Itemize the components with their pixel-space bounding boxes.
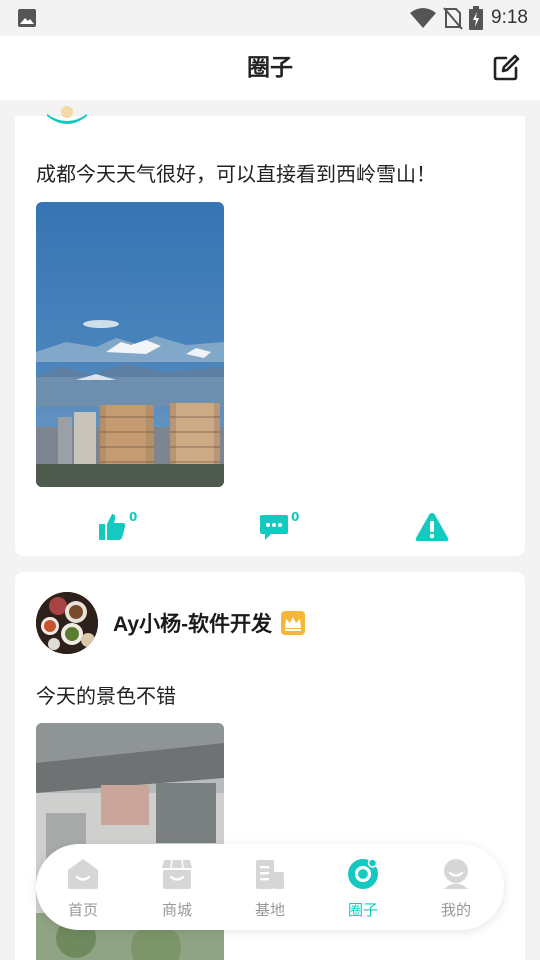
profile-icon	[444, 859, 468, 889]
mountain-city-photo	[36, 202, 224, 487]
tab-store[interactable]: 商城	[132, 844, 222, 930]
avatar	[47, 106, 87, 124]
avatar[interactable]	[36, 592, 98, 654]
warning-icon	[415, 513, 449, 541]
tab-base[interactable]: 基地	[225, 844, 315, 930]
post-text: 成都今天天气很好，可以直接看到西岭雪山！	[36, 162, 436, 186]
tab-label: 圈子	[347, 901, 378, 919]
comment-icon	[260, 515, 288, 540]
tab-label: 首页	[67, 901, 98, 919]
crown-badge-icon	[281, 611, 305, 635]
tab-profile[interactable]: 我的	[411, 844, 501, 930]
base-icon	[256, 860, 284, 889]
tab-home[interactable]: 首页	[38, 844, 128, 930]
home-icon	[68, 859, 98, 889]
author-name[interactable]: Ay小杨-软件开发	[113, 608, 272, 638]
no-sim-icon	[443, 7, 463, 30]
post-image[interactable]	[36, 202, 224, 487]
tab-circle[interactable]: 圈子	[318, 844, 408, 930]
bottom-tab-bar: 首页 商城 基地 圈子 我的	[36, 844, 504, 930]
tab-label: 商城	[161, 901, 192, 919]
store-icon	[162, 859, 192, 889]
wifi-icon	[410, 8, 437, 28]
comment-count: 0	[291, 510, 300, 524]
gallery-notification-icon	[18, 9, 36, 27]
tab-label: 基地	[254, 901, 285, 919]
post-actions: 0 0	[15, 508, 525, 548]
status-bar: 9:18	[0, 0, 540, 36]
post-card[interactable]: 成都今天天气很好，可以直接看到西岭雪山！ 0 0	[15, 106, 525, 556]
app-bar: 圈子	[0, 36, 540, 100]
like-count: 0	[129, 510, 138, 524]
compose-icon[interactable]	[492, 54, 520, 82]
like-button[interactable]: 0	[97, 508, 147, 548]
battery-charging-icon	[469, 6, 484, 30]
clock: 9:18	[491, 7, 528, 28]
page-title: 圈子	[247, 55, 293, 81]
report-button[interactable]	[415, 508, 455, 548]
post-feed[interactable]: 成都今天天气很好，可以直接看到西岭雪山！ 0 0 Ay小杨-软件开发 今天的景色…	[0, 100, 540, 960]
thumbs-up-icon	[99, 514, 126, 540]
comment-button[interactable]: 0	[259, 508, 309, 548]
food-avatar-image	[36, 592, 98, 654]
circle-icon	[348, 858, 378, 889]
post-text: 今天的景色不错	[36, 684, 176, 708]
tab-label: 我的	[440, 901, 471, 919]
